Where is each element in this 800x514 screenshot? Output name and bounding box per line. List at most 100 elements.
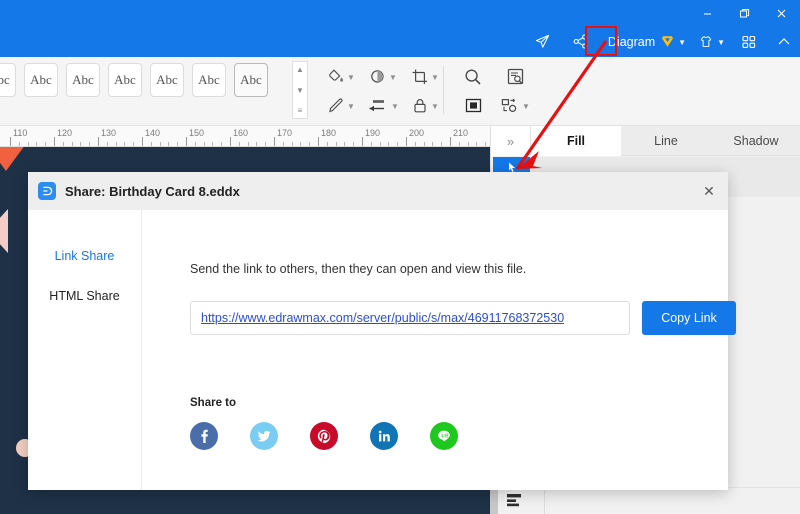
share-link-row: https://www.edrawmax.com/server/public/s… xyxy=(190,301,736,335)
ruler-tick-minor xyxy=(36,142,38,146)
chevron-down-icon[interactable]: ▼ xyxy=(347,102,355,111)
style-preset[interactable]: Abc xyxy=(192,63,226,97)
replace-shape-tool[interactable]: ▼ xyxy=(494,92,536,119)
sidebar-item-link-share[interactable]: Link Share xyxy=(28,236,141,276)
ruler-tick-minor xyxy=(106,142,108,146)
ruler-tick-minor xyxy=(27,142,29,146)
ruler-tick-minor xyxy=(265,142,267,146)
select-all-tool[interactable] xyxy=(452,92,494,119)
ruler-tick-minor xyxy=(458,142,460,146)
ruler-tick-minor xyxy=(397,142,399,146)
panel-scroll-strip[interactable] xyxy=(490,487,498,514)
ruler-tick-minor xyxy=(71,142,73,146)
style-preset[interactable]: Abc xyxy=(0,63,16,97)
linkedin-icon[interactable] xyxy=(370,422,398,450)
fill-color-tool[interactable]: ▼ xyxy=(320,63,362,90)
style-preset[interactable]: Abc xyxy=(66,63,100,97)
apps-grid-icon[interactable] xyxy=(736,29,762,55)
page-layout-icon[interactable] xyxy=(505,492,525,514)
zoom-tool[interactable] xyxy=(452,63,494,90)
ruler-label: 190 xyxy=(365,128,381,138)
ruler-tick-minor xyxy=(309,142,311,146)
ruler-tick-minor xyxy=(326,142,328,146)
ruler-label: 110 xyxy=(13,128,28,138)
app-icon xyxy=(38,182,56,200)
ruler-label: 160 xyxy=(233,128,249,138)
chevron-down-icon[interactable]: ▼ xyxy=(431,102,439,111)
ruler-tick-minor xyxy=(291,142,293,146)
ruler-tick-minor xyxy=(115,142,117,146)
ruler-tick-major xyxy=(406,137,407,146)
ruler-tick-minor xyxy=(168,142,170,146)
copy-link-button[interactable]: Copy Link xyxy=(642,301,736,335)
line-style-tool[interactable]: ▼ xyxy=(320,92,362,119)
dialog-content: Send the link to others, then they can o… xyxy=(142,210,736,490)
tab-fill[interactable]: Fill xyxy=(531,126,621,156)
ruler-tick-minor xyxy=(194,142,196,146)
style-scrollbar[interactable]: ▲ ▼ ≡ xyxy=(292,61,308,119)
arrow-style-tool[interactable]: ▼ xyxy=(362,92,404,119)
ruler-tick-minor xyxy=(282,142,284,146)
ruler-tick-minor xyxy=(335,142,337,146)
style-preset[interactable]: Abc xyxy=(108,63,142,97)
ruler-tick-minor xyxy=(467,142,469,146)
close-button[interactable] xyxy=(763,0,800,26)
ruler-tick-minor xyxy=(300,142,302,146)
ruler-tick-minor xyxy=(80,142,82,146)
twitter-icon[interactable] xyxy=(250,422,278,450)
horizontal-ruler[interactable]: 110 120 130 140 150 160 170 180 190 200 210 xyxy=(0,126,490,147)
ruler-tick-minor xyxy=(124,142,126,146)
ruler-label: 130 xyxy=(101,128,117,138)
lock-tool[interactable]: ▼ xyxy=(404,92,446,119)
shape-shadow-tool[interactable]: ▼ xyxy=(362,63,404,90)
style-preset[interactable]: Abc xyxy=(150,63,184,97)
shape-tools-group: ▼ ▼ ▼ ▼ ▼ ▼ xyxy=(320,62,446,120)
pinterest-icon[interactable] xyxy=(310,422,338,450)
share-link-input[interactable]: https://www.edrawmax.com/server/public/s… xyxy=(190,301,630,335)
line-icon[interactable] xyxy=(430,422,458,450)
chevron-down-icon[interactable]: ▼ xyxy=(391,102,399,111)
ruler-tick-minor xyxy=(247,142,249,146)
collapse-ribbon-icon[interactable] xyxy=(772,29,796,55)
crop-tool[interactable]: ▼ xyxy=(404,63,446,90)
style-preset[interactable]: Abc xyxy=(234,63,268,97)
ruler-label: 200 xyxy=(409,128,425,138)
facebook-icon[interactable] xyxy=(190,422,218,450)
scroll-more-icon[interactable]: ≡ xyxy=(298,106,303,115)
ruler-tick-major xyxy=(450,137,451,146)
theme-menu[interactable]: ▼ xyxy=(693,29,730,55)
style-preset[interactable]: Abc xyxy=(24,63,58,97)
title-bar: Diagram ▼ ▼ xyxy=(0,0,800,57)
panel-collapse-button[interactable]: » xyxy=(491,126,531,156)
find-replace-tool[interactable] xyxy=(494,63,536,90)
chevron-down-icon[interactable]: ▼ xyxy=(389,73,397,82)
ruler-tick-minor xyxy=(62,142,64,146)
style-preset-group: Abc Abc Abc Abc Abc Abc Abc xyxy=(0,63,268,97)
scroll-up-icon[interactable]: ▲ xyxy=(296,65,304,74)
minimize-button[interactable] xyxy=(689,0,726,26)
chevron-down-icon[interactable]: ▼ xyxy=(522,102,530,111)
social-share-row xyxy=(190,422,458,450)
ruler-tick-minor xyxy=(221,142,223,146)
ruler-tick-minor xyxy=(89,142,91,146)
tab-shadow[interactable]: Shadow xyxy=(711,126,800,156)
tab-line[interactable]: Line xyxy=(621,126,711,156)
ruler-tick-minor xyxy=(432,142,434,146)
sidebar-item-html-share[interactable]: HTML Share xyxy=(28,276,141,316)
quick-access-toolbar: Diagram ▼ ▼ xyxy=(529,26,796,57)
ruler-tick-minor xyxy=(150,142,152,146)
share-to-label: Share to xyxy=(190,397,237,409)
ruler-tick-minor xyxy=(485,142,487,146)
chevron-down-icon[interactable]: ▼ xyxy=(431,73,439,82)
ruler-tick-major xyxy=(98,137,99,146)
scroll-down-icon[interactable]: ▼ xyxy=(296,86,304,95)
ruler-label: 120 xyxy=(57,128,73,138)
dialog-sidebar: Link Share HTML Share xyxy=(28,210,142,490)
dialog-close-button[interactable]: ✕ xyxy=(696,178,722,204)
share-highlight-box xyxy=(585,26,617,56)
restore-button[interactable] xyxy=(726,0,763,26)
send-icon[interactable] xyxy=(529,29,556,55)
share-link-text[interactable]: https://www.edrawmax.com/server/public/s… xyxy=(201,311,564,325)
ruler-tick-major xyxy=(10,137,11,146)
chevron-down-icon[interactable]: ▼ xyxy=(347,73,355,82)
